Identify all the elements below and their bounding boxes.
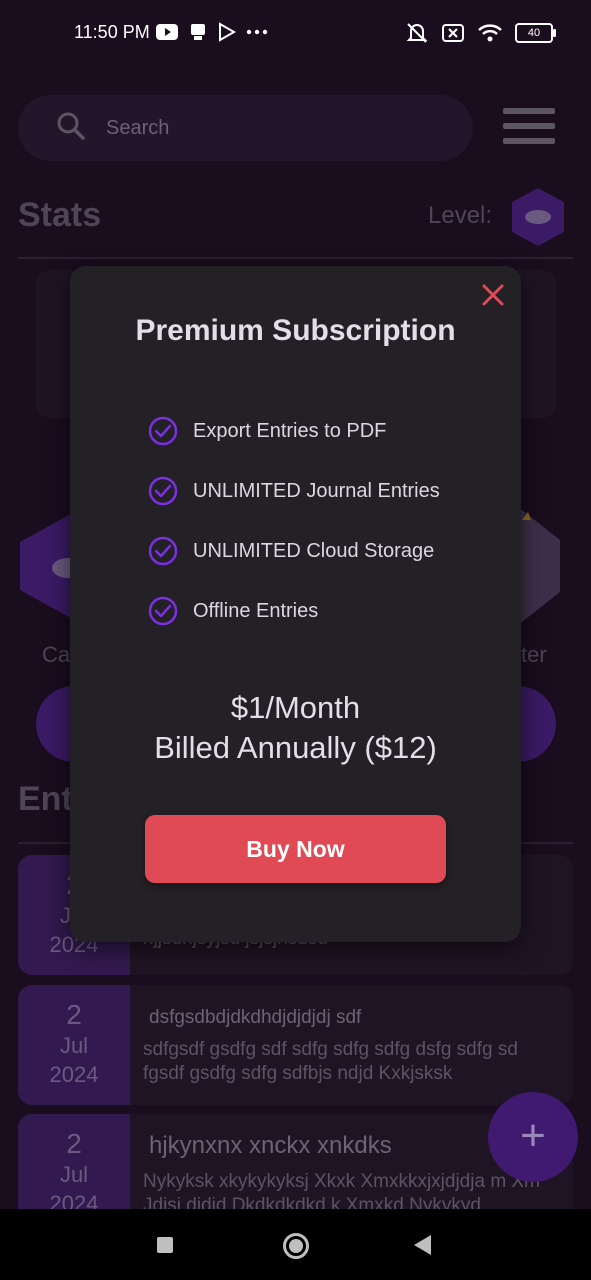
check-circle-icon <box>148 596 178 626</box>
navigation-bar <box>0 1209 591 1280</box>
status-bar: 11:50 PM 40 <box>0 0 591 62</box>
sim-icon <box>442 24 464 42</box>
check-circle-icon <box>148 476 178 506</box>
entries-title: Ent <box>18 780 73 818</box>
category-label-left: Ca <box>42 642 71 667</box>
entry-day: 2 <box>66 1128 82 1159</box>
feature-item: Export Entries to PDF <box>148 415 386 447</box>
premium-subscription-dialog: Premium Subscription Export Entries to P… <box>70 266 521 942</box>
feature-item: UNLIMITED Journal Entries <box>148 475 440 507</box>
entry-title: hjkynxnx xnckx xnkdks <box>149 1132 392 1159</box>
feature-item: UNLIMITED Cloud Storage <box>148 535 434 567</box>
hexagon-badge-icon[interactable] <box>510 186 566 248</box>
price-monthly: $1/Month <box>230 690 361 725</box>
mute-icon <box>406 23 428 43</box>
battery-icon: 40 <box>515 23 556 43</box>
wifi-icon <box>478 24 502 42</box>
level-label: Level: <box>428 202 493 229</box>
buy-now-button[interactable]: Buy Now <box>145 815 446 883</box>
check-circle-icon <box>148 416 178 446</box>
entry-month: Jul <box>59 1162 89 1187</box>
entry-body: sdfgsdf gsdfg sdf sdfg sdfg sdfg dsfg sd… <box>143 1039 518 1084</box>
price-text: $1/Month Billed Annually ($12) <box>70 688 521 768</box>
status-right-icons: 40 <box>405 22 556 44</box>
hamburger-menu-icon[interactable] <box>503 108 555 144</box>
search-input[interactable]: Search <box>106 117 169 140</box>
back-icon[interactable] <box>414 1235 431 1255</box>
stats-divider <box>18 257 573 259</box>
status-time: 11:50 PM <box>74 22 150 42</box>
entry-card[interactable]: 2 Jul 2024 dsfgsdbdjdkdhdjdjdjdj sdf sdf… <box>18 985 573 1105</box>
feature-label: UNLIMITED Cloud Storage <box>193 539 435 562</box>
search-icon <box>57 112 85 140</box>
add-entry-button[interactable]: + <box>488 1092 578 1182</box>
stats-title: Stats <box>18 196 102 234</box>
status-left-icons <box>156 22 268 42</box>
feature-label: UNLIMITED Journal Entries <box>193 479 440 502</box>
check-circle-icon <box>148 536 178 566</box>
more-icon <box>246 29 268 35</box>
play-store-icon <box>219 22 236 42</box>
feature-label: Offline Entries <box>193 599 319 622</box>
home-icon[interactable] <box>283 1233 309 1259</box>
entry-title: dsfgsdbdjdkdhdjdjdjdj sdf <box>149 1007 362 1028</box>
entry-day: 2 <box>66 999 82 1030</box>
search-bar[interactable]: Search <box>18 95 473 161</box>
price-annual: Billed Annually ($12) <box>154 730 437 765</box>
dialog-title: Premium Subscription <box>135 314 456 347</box>
youtube-icon <box>156 24 178 40</box>
entry-month: Jul <box>59 1033 89 1058</box>
recents-icon[interactable] <box>157 1237 173 1253</box>
feature-item: Offline Entries <box>148 595 318 627</box>
entry-year: 2024 <box>49 1062 99 1087</box>
entry-date: 2 Jul 2024 <box>18 985 130 1105</box>
notification-icon <box>191 24 205 40</box>
close-icon[interactable] <box>480 282 506 308</box>
feature-label: Export Entries to PDF <box>193 419 387 442</box>
